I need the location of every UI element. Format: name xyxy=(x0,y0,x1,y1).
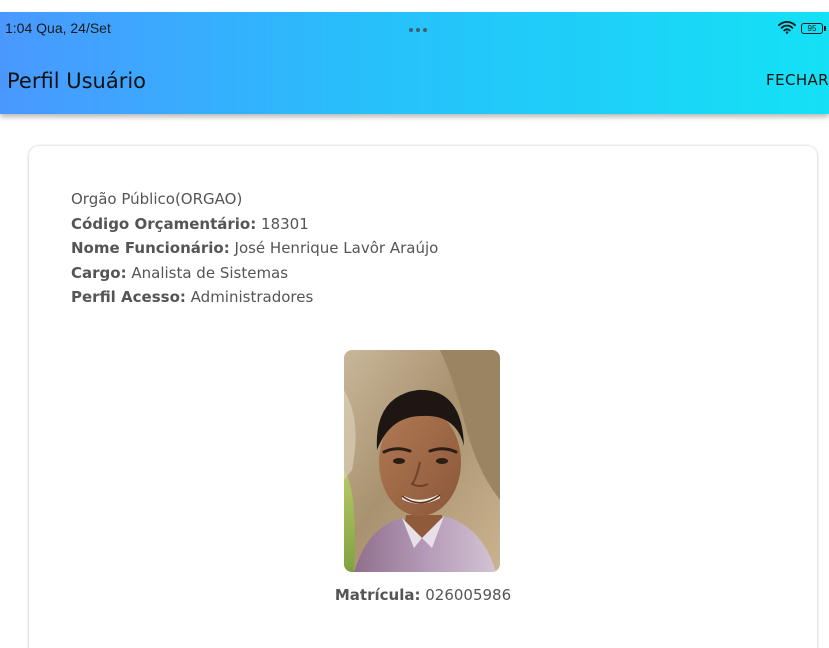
profile-screen: 1:04 Qua, 24/Set 95 Perfil Usuário FECHA… xyxy=(0,0,829,648)
profile-info: Orgão Público(ORGAO) Código Orçamentário… xyxy=(71,187,438,310)
nome-funcionario-label: Nome Funcionário: xyxy=(71,239,230,257)
codigo-orcamentario-value: 18301 xyxy=(261,214,309,233)
perfil-acesso-row: Perfil Acesso: Administradores xyxy=(71,285,438,310)
page-title: Perfil Usuário xyxy=(7,69,147,93)
org-name: Orgão Público(ORGAO) xyxy=(71,190,243,208)
profile-card: Orgão Público(ORGAO) Código Orçamentário… xyxy=(29,146,817,648)
matricula-label: Matrícula: xyxy=(334,586,421,604)
close-button[interactable]: FECHAR xyxy=(766,71,829,89)
status-time-date: 1:04 Qua, 24/Set xyxy=(5,20,111,36)
status-icons: 95 xyxy=(778,19,826,38)
matricula-row: Matrícula: 026005986 xyxy=(29,586,817,604)
nome-funcionario-row: Nome Funcionário: José Henrique Lavôr Ar… xyxy=(71,236,438,261)
perfil-acesso-label: Perfil Acesso: xyxy=(71,288,186,306)
cargo-row: Cargo: Analista de Sistemas xyxy=(71,261,438,286)
codigo-orcamentario-label: Código Orçamentário: xyxy=(71,214,257,233)
status-bar: 1:04 Qua, 24/Set 95 xyxy=(0,12,829,42)
codigo-orcamentario-row: Código Orçamentário: 18301 xyxy=(71,212,438,237)
cargo-value: Analista de Sistemas xyxy=(131,263,289,282)
more-dots-icon xyxy=(409,28,427,32)
wifi-icon xyxy=(778,19,796,38)
nome-funcionario-value: José Henrique Lavôr Araújo xyxy=(234,239,439,257)
user-photo xyxy=(344,350,500,572)
perfil-acesso-value: Administradores xyxy=(190,288,314,306)
battery-icon: 95 xyxy=(801,23,826,34)
cargo-label: Cargo: xyxy=(71,263,127,282)
app-header: 1:04 Qua, 24/Set 95 Perfil Usuário FECHA… xyxy=(0,12,829,114)
matricula-value: 026005986 xyxy=(425,586,512,604)
